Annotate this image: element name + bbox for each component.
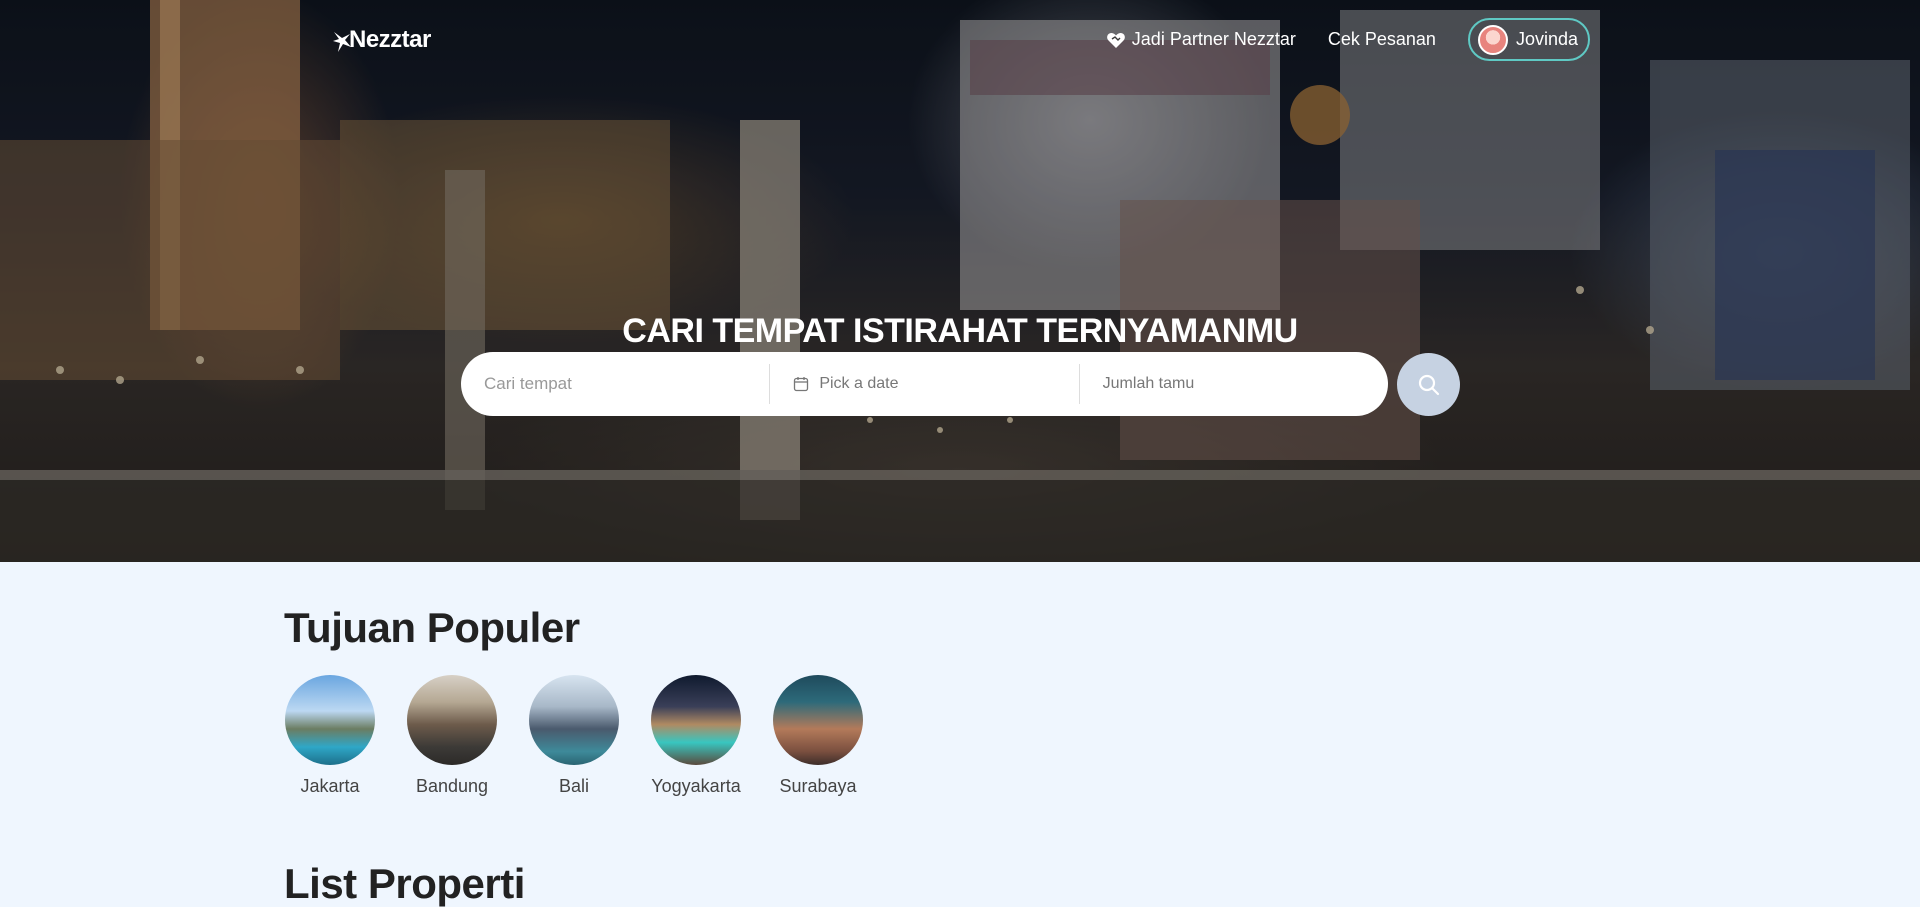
destination-image (407, 675, 497, 765)
search-button[interactable] (1397, 353, 1460, 416)
hero-title: CARI TEMPAT ISTIRAHAT TERNYAMANMU (622, 312, 1298, 350)
guests-placeholder: Jumlah tamu (1102, 375, 1195, 392)
search-icon (1418, 374, 1439, 395)
guests-input[interactable]: Jumlah tamu (1078, 364, 1388, 404)
hero-banner (0, 0, 1920, 562)
search-bar: Cari tempat Pick a date Jumlah tamu (461, 352, 1388, 416)
destination-image (773, 675, 863, 765)
user-menu-button[interactable]: Jovinda (1467, 18, 1590, 61)
top-nav: Jadi Partner Nezztar Cek Pesanan Jovinda (1106, 18, 1590, 61)
partner-link-label: Jadi Partner Nezztar (1131, 29, 1296, 49)
property-section-title: List Properti (284, 860, 525, 907)
calendar-icon (794, 377, 809, 392)
destination-item-surabaya[interactable]: Surabaya (773, 675, 863, 797)
brand-name: Nezztar (349, 26, 431, 53)
date-picker-input[interactable]: Pick a date (769, 364, 1078, 404)
destination-name: Yogyakarta (651, 776, 741, 796)
destination-name: Bandung (415, 776, 489, 796)
destination-item-yogyakarta[interactable]: Yogyakarta (651, 675, 741, 797)
place-search-input[interactable]: Cari tempat (461, 364, 769, 404)
brand-logo[interactable]: Nezztar (331, 26, 431, 54)
avatar (1477, 24, 1508, 55)
destination-image (651, 675, 741, 765)
partner-link[interactable]: Jadi Partner Nezztar (1106, 29, 1296, 50)
destination-name: Bali (558, 776, 589, 796)
destination-image (285, 675, 375, 765)
destination-list: Jakarta Bandung Bali Yogyakarta Surabaya (285, 675, 863, 797)
user-name: Jovinda (1515, 29, 1578, 49)
destination-item-bali[interactable]: Bali (529, 675, 619, 797)
orders-link[interactable]: Cek Pesanan (1328, 29, 1436, 50)
heart-handshake-icon (1106, 32, 1125, 48)
hero-overlay (0, 0, 1920, 562)
destination-name: Jakarta (300, 776, 360, 796)
destination-image (529, 675, 619, 765)
place-search-placeholder: Cari tempat (484, 374, 572, 393)
destination-item-bandung[interactable]: Bandung (407, 675, 497, 797)
destination-name: Surabaya (779, 776, 857, 796)
orders-link-label: Cek Pesanan (1327, 29, 1436, 49)
date-picker-placeholder: Pick a date (819, 375, 899, 392)
destination-item-jakarta[interactable]: Jakarta (285, 675, 375, 797)
popular-section-title: Tujuan Populer (284, 604, 580, 651)
